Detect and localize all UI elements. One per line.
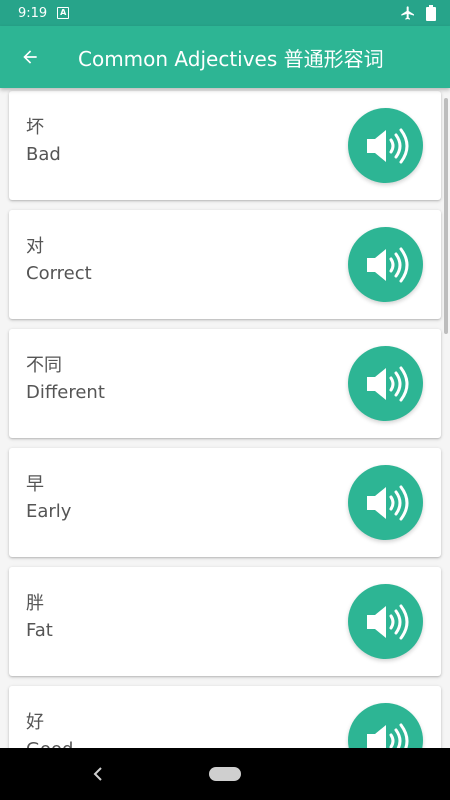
speaker-icon — [366, 247, 408, 282]
speaker-icon — [366, 485, 408, 520]
word-english: Correct — [26, 263, 92, 284]
word-english: Bad — [26, 144, 61, 165]
adjective-list[interactable]: 坏 Bad 对 Correct 不同 Different 早 Early 胖 F… — [0, 88, 450, 748]
play-audio-button[interactable] — [348, 703, 423, 748]
play-audio-button[interactable] — [348, 108, 423, 183]
word-chinese: 胖 — [26, 593, 44, 614]
list-item-early: 早 Early — [9, 448, 441, 557]
word-english: Good — [26, 738, 73, 748]
speaker-icon — [366, 723, 408, 748]
arrow-left-icon — [23, 50, 37, 64]
nav-back-icon — [93, 767, 102, 781]
play-audio-button[interactable] — [348, 465, 423, 540]
word-chinese: 对 — [26, 236, 44, 257]
list-item-correct: 对 Correct — [9, 210, 441, 319]
word-english: Early — [26, 501, 72, 522]
speaker-icon — [366, 366, 408, 401]
speaker-icon — [366, 604, 408, 639]
page-title: Common Adjectives 普通形容词 — [78, 46, 384, 71]
list-item-good: 好 Good — [9, 686, 441, 748]
word-chinese: 不同 — [26, 355, 62, 376]
navigation-bar — [0, 748, 450, 800]
status-icons — [400, 5, 436, 21]
word-english: Different — [26, 382, 105, 403]
app-bar: Common Adjectives 普通形容词 — [0, 26, 450, 88]
word-chinese: 好 — [26, 712, 44, 733]
battery-icon — [426, 5, 436, 21]
nav-home-pill[interactable] — [209, 767, 241, 781]
play-audio-button[interactable] — [348, 346, 423, 421]
play-audio-button[interactable] — [348, 227, 423, 302]
list-item-bad: 坏 Bad — [9, 91, 441, 200]
speaker-icon — [366, 128, 408, 163]
a-notification-icon: A — [57, 7, 70, 19]
list-item-fat: 胖 Fat — [9, 567, 441, 676]
airplane-icon — [401, 6, 414, 20]
word-chinese: 早 — [26, 474, 44, 495]
word-english: Fat — [26, 620, 53, 641]
scrollbar[interactable] — [444, 98, 448, 334]
status-time: 9:19 — [18, 5, 48, 21]
status-bar: 9:19 A — [0, 0, 450, 26]
play-audio-button[interactable] — [348, 584, 423, 659]
back-button[interactable] — [0, 26, 60, 88]
list-item-different: 不同 Different — [9, 329, 441, 438]
word-chinese: 坏 — [26, 117, 44, 138]
nav-back-button[interactable] — [86, 762, 110, 786]
